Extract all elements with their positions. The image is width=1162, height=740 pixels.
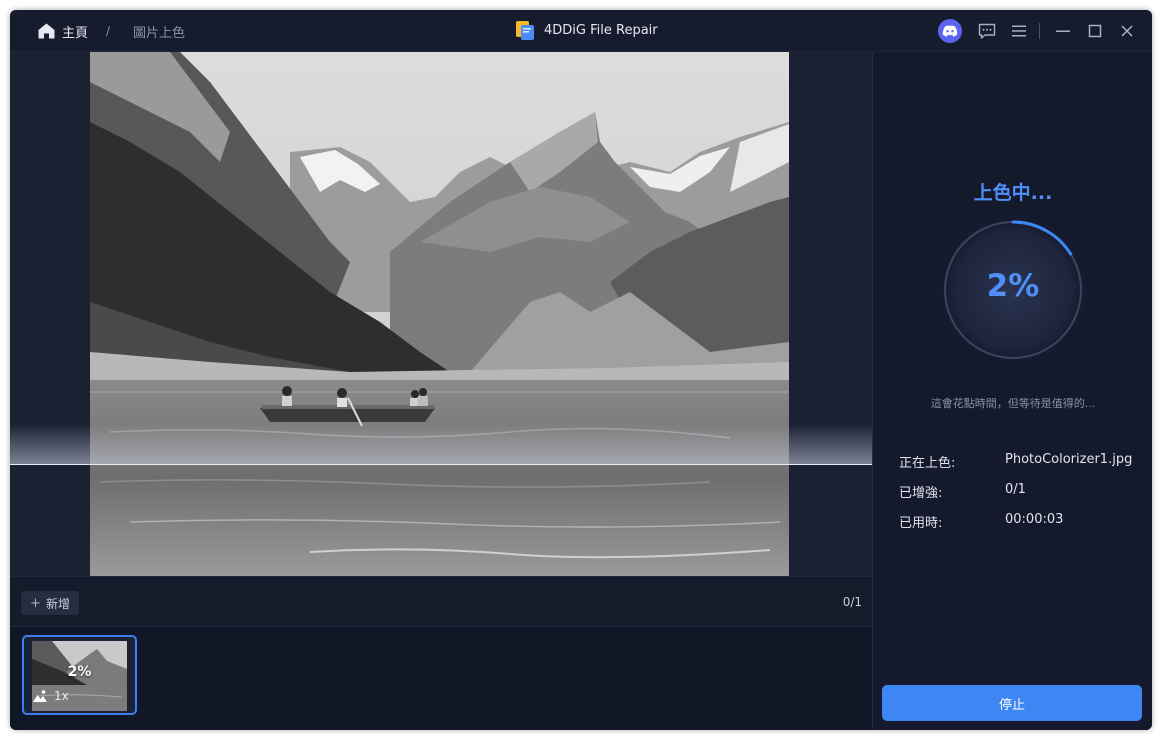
file-count: 0/1 <box>842 595 862 609</box>
thumbnail-item[interactable]: 2% 1x <box>22 635 137 715</box>
app-title: 4DDiG File Repair <box>544 23 658 38</box>
info-value-elapsed: 00:00:03 <box>1005 512 1064 527</box>
scan-line <box>10 464 872 465</box>
menu-icon[interactable] <box>1008 20 1030 42</box>
progress-ring: 2% <box>933 210 1093 370</box>
app-window: 主頁 / 圖片上色 4DDiG File Repair + 新增 0/1 2% … <box>10 10 1152 730</box>
plus-icon: + <box>30 595 41 611</box>
breadcrumb-home[interactable]: 主頁 <box>62 10 88 52</box>
stop-button[interactable]: 停止 <box>882 685 1142 721</box>
thumbnail-progress: 2% <box>67 664 92 680</box>
app-logo-icon <box>516 21 534 40</box>
status-title: 上色中... <box>973 182 1053 204</box>
home-icon[interactable] <box>38 23 55 39</box>
info-value-current: PhotoColorizer1.jpg <box>1005 452 1133 467</box>
close-icon[interactable] <box>1116 20 1138 42</box>
info-value-enhanced: 0/1 <box>1005 482 1026 497</box>
progress-panel: 上色中... 2% 這會花點時間，但等待是值得的... 正在上色: PhotoC… <box>872 52 1152 730</box>
feedback-icon[interactable] <box>976 20 998 42</box>
info-label-current: 正在上色: <box>899 456 956 471</box>
discord-icon[interactable] <box>938 19 962 43</box>
title-bar: 主頁 / 圖片上色 4DDiG File Repair <box>10 10 1152 52</box>
breadcrumb-separator: / <box>106 24 111 38</box>
thumbnail-scale: 1x <box>54 689 69 703</box>
preview-image <box>90 52 789 576</box>
preview-area <box>10 52 872 576</box>
add-button-label: 新增 <box>45 596 70 611</box>
info-label-elapsed: 已用時: <box>899 516 943 531</box>
minimize-icon[interactable] <box>1052 20 1074 42</box>
wait-note: 這會花點時間，但等待是值得的... <box>930 397 1096 410</box>
maximize-icon[interactable] <box>1084 20 1106 42</box>
image-mode-icon <box>33 690 47 702</box>
progress-percent: 2% <box>986 268 1040 304</box>
thumbnail-strip: 2% 1x <box>10 627 872 730</box>
file-bar: + 新增 0/1 <box>10 576 872 627</box>
scan-overlay <box>10 424 872 465</box>
title-bar-divider <box>1039 23 1040 39</box>
add-button[interactable]: + 新增 <box>21 591 79 615</box>
breadcrumb-current-page: 圖片上色 <box>133 25 186 41</box>
info-label-enhanced: 已增強: <box>899 486 943 501</box>
